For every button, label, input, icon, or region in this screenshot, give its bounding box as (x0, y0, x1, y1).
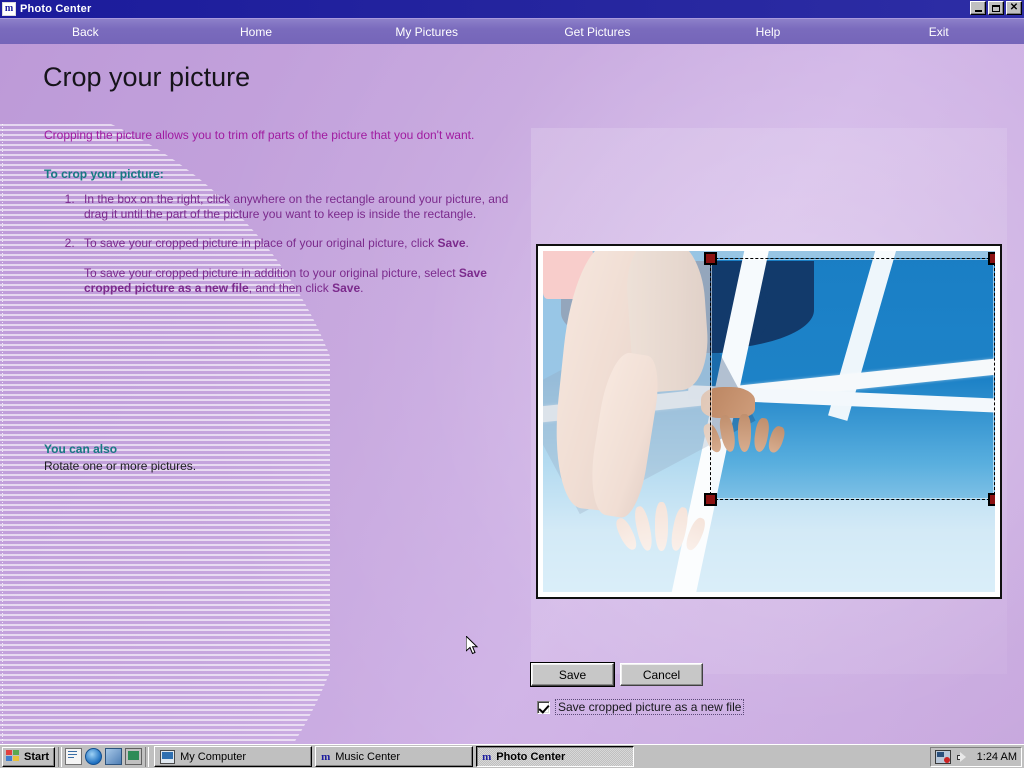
task-music-center[interactable]: m Music Center (315, 746, 474, 767)
cancel-button[interactable]: Cancel (620, 663, 703, 686)
taskbar-divider-1 (58, 746, 63, 767)
step-2-bold-save: Save (437, 236, 466, 250)
quick-launch-bar (65, 748, 143, 765)
you-can-also-heading: You can also (44, 442, 118, 456)
m-logo-icon: m (321, 750, 331, 763)
show-desktop-icon[interactable] (125, 748, 143, 765)
photo-frame (536, 244, 1002, 599)
task-my-computer[interactable]: My Computer (154, 746, 313, 767)
step-2-text-b-end: . (360, 281, 364, 295)
intro-text: Cropping the picture allows you to trim … (44, 128, 475, 142)
taskbar-divider-2 (145, 746, 150, 767)
display-settings-icon[interactable] (934, 750, 951, 764)
window-title: Photo Center (20, 3, 92, 15)
nav-help[interactable]: Help (683, 19, 854, 44)
minimize-button[interactable] (970, 1, 986, 15)
save-as-new-file-label[interactable]: Save cropped picture as a new file (555, 699, 745, 715)
save-as-new-file-checkbox[interactable] (537, 700, 550, 714)
title-bar: m Photo Center ✕ (0, 0, 1024, 18)
m-logo-icon: m (2, 2, 16, 16)
crop-handle-top-left[interactable] (704, 251, 718, 265)
crop-wash-top (710, 251, 995, 258)
step-2-bold-save-2: Save (332, 281, 361, 295)
step-2: To save your cropped picture in place of… (78, 236, 534, 296)
taskbar: Start My Computer m Music Center m Photo… (0, 744, 1024, 768)
left-dotted-rule (2, 124, 3, 744)
instructions-column: Cropping the picture allows you to trim … (44, 128, 534, 310)
nav-home[interactable]: Home (171, 19, 342, 44)
network-icon[interactable] (105, 748, 123, 765)
step-2-paragraph-2: To save your cropped picture in addition… (84, 266, 534, 296)
windows-flag-icon (6, 750, 20, 763)
task-label: My Computer (180, 750, 247, 763)
instructions-subheading: To crop your picture: (44, 167, 164, 181)
rotate-pictures-link[interactable]: Rotate one or more pictures. (44, 459, 196, 473)
content-area: Crop your picture Cropping the picture a… (0, 44, 1024, 744)
step-2-text-a-end: . (465, 236, 469, 250)
nav-get-pictures[interactable]: Get Pictures (512, 19, 683, 44)
photo-canvas[interactable] (543, 251, 995, 592)
crop-wash-left (543, 251, 711, 592)
nav-exit[interactable]: Exit (853, 19, 1024, 44)
window-controls: ✕ (970, 1, 1022, 15)
task-label: Photo Center (496, 750, 566, 763)
restore-button[interactable] (988, 1, 1004, 15)
m-logo-icon: m (482, 750, 492, 763)
step-1: In the box on the right, click anywhere … (78, 192, 534, 222)
close-button[interactable]: ✕ (1006, 1, 1022, 15)
step-1-text: In the box on the right, click anywhere … (84, 192, 509, 221)
crop-selection-rectangle[interactable] (710, 257, 995, 500)
my-computer-icon (160, 749, 176, 764)
crop-handle-bottom-right[interactable] (988, 492, 995, 506)
nav-back[interactable]: Back (0, 19, 171, 44)
start-button[interactable]: Start (2, 746, 56, 767)
crop-wash-bottom (710, 499, 995, 592)
save-button[interactable]: Save (530, 662, 615, 687)
volume-icon[interactable] (956, 751, 971, 764)
step-2-text-a: To save your cropped picture in place of… (84, 236, 438, 250)
task-label: Music Center (335, 750, 401, 763)
task-list: My Computer m Music Center m Photo Cente… (154, 746, 635, 767)
crop-handle-top-right[interactable] (988, 251, 995, 265)
task-photo-center[interactable]: m Photo Center (476, 746, 635, 767)
mouse-cursor (466, 636, 479, 655)
save-as-new-file-row[interactable]: Save cropped picture as a new file (537, 699, 745, 715)
internet-explorer-icon[interactable] (85, 748, 103, 765)
system-tray: 1:24 AM (929, 747, 1022, 767)
nav-my-pictures[interactable]: My Pictures (341, 19, 512, 44)
step-2-text-b: To save your cropped picture in addition… (84, 266, 459, 280)
crop-handle-bottom-left[interactable] (704, 492, 718, 506)
step-2-text-b-mid: , and then click (248, 281, 333, 295)
steps-list: In the box on the right, click anywhere … (44, 192, 534, 296)
main-navigation: Back Home My Pictures Get Pictures Help … (0, 18, 1024, 44)
clock[interactable]: 1:24 AM (977, 751, 1017, 763)
photo-center-window: m Photo Center ✕ Back Home My Pictures G… (0, 0, 1024, 768)
start-label: Start (24, 750, 50, 763)
notepad-icon[interactable] (65, 748, 83, 765)
page-title: Crop your picture (43, 62, 251, 92)
